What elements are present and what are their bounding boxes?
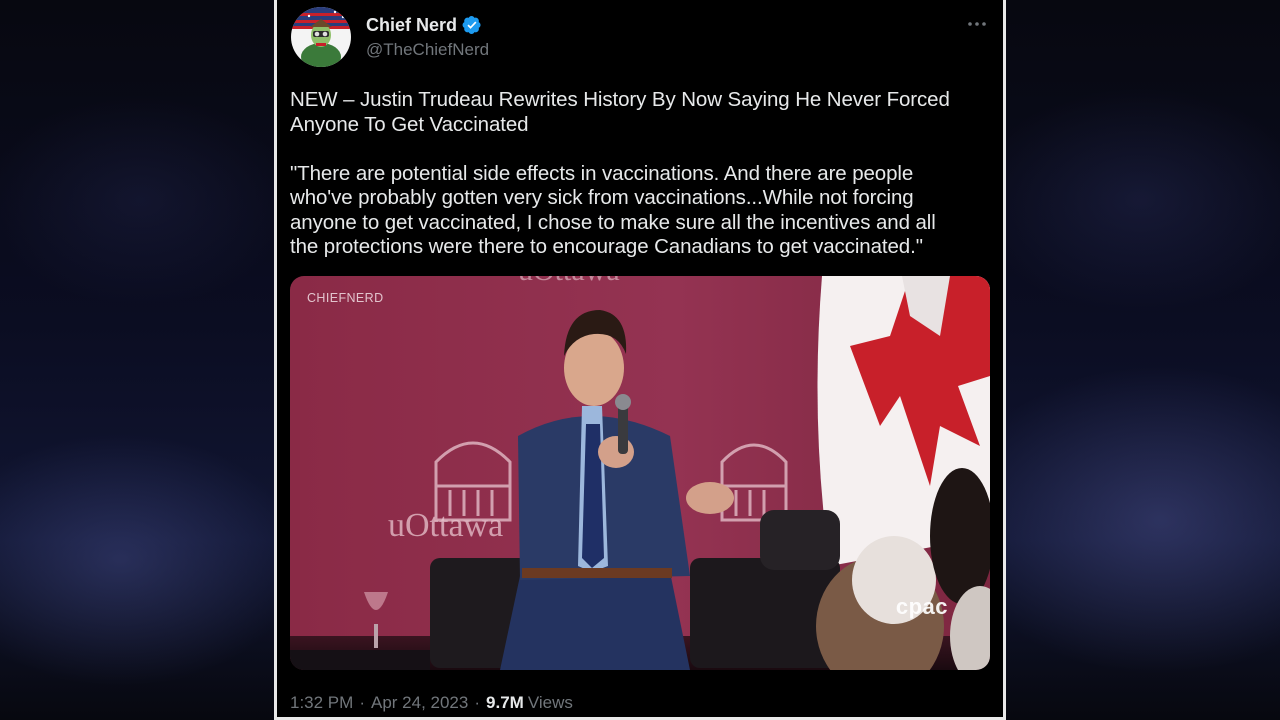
tweet-date[interactable]: Apr 24, 2023 (371, 693, 468, 713)
author-name-row[interactable]: Chief Nerd (366, 14, 482, 36)
meta-separator: · (359, 693, 365, 712)
author-handle[interactable]: @TheChiefNerd (366, 40, 489, 60)
tweet-text: NEW – Justin Trudeau Rewrites History By… (290, 88, 950, 258)
backdrop-text-top: uOttawa (518, 276, 620, 287)
tweet-card: Chief Nerd @TheChiefNerd NEW – Justin Tr… (274, 0, 1006, 720)
more-options-icon[interactable] (966, 14, 988, 34)
avatar[interactable] (291, 7, 351, 67)
video-watermark-right: cpac (895, 594, 948, 619)
tweet-video[interactable]: uOttawa uOttawa (290, 276, 990, 670)
tweet-meta: 1:32 PM · Apr 24, 2023 · 9.7M Views (290, 693, 573, 713)
avatar-image (291, 7, 351, 67)
video-frame: uOttawa uOttawa (290, 276, 990, 670)
video-watermark-left: CHIEFNERD (307, 291, 384, 305)
tweet-time[interactable]: 1:32 PM (290, 693, 353, 713)
views-count[interactable]: 9.7M (486, 693, 524, 713)
views-label: Views (527, 693, 573, 712)
verified-badge-icon (462, 15, 482, 35)
meta-separator: · (474, 693, 481, 712)
backdrop-text: uOttawa (388, 507, 503, 544)
display-name[interactable]: Chief Nerd (366, 15, 457, 36)
